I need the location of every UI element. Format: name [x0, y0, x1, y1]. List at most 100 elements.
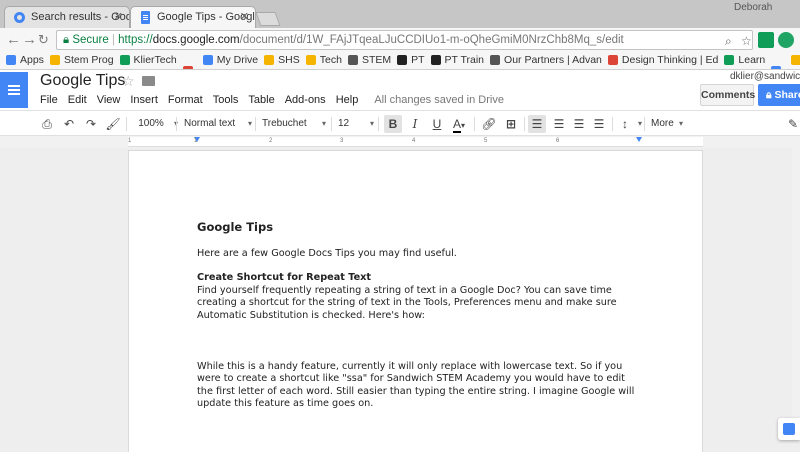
bookmark-label: STEM — [361, 54, 392, 66]
menu-item[interactable]: Add-ons — [285, 94, 326, 106]
bookmark-item[interactable]: STEM — [347, 52, 392, 68]
new-tab-button[interactable] — [255, 12, 281, 26]
bookmark-item[interactable]: Stem Prog — [49, 52, 114, 68]
tab-google-tips[interactable]: Google Tips - Google Do ✕ — [130, 6, 256, 28]
more-button[interactable]: More — [651, 115, 683, 133]
link-icon[interactable]: 🔗︎ — [480, 115, 498, 133]
menu-item[interactable]: Format — [168, 94, 203, 106]
account-email[interactable]: dklier@sandwich.k1 — [730, 71, 800, 82]
toolbar-divider — [378, 117, 379, 131]
ruler-number: 4 — [412, 138, 416, 144]
bookmark-label: Our Partners | Advan — [504, 54, 602, 66]
ruler-number: 1 — [128, 138, 132, 144]
reload-icon[interactable]: ↻ — [38, 31, 49, 49]
bookmark-icon — [264, 55, 275, 65]
url-input[interactable]: 🔒︎ Secure | https://docs.google.com/docu… — [56, 30, 753, 50]
document-canvas: Google Tips Here are a few Google Docs T… — [0, 148, 800, 452]
close-icon[interactable]: ✕ — [240, 7, 249, 28]
bookmark-star-icon[interactable]: ☆ — [741, 32, 752, 49]
formatting-toolbar: ⎙ ↶ ↷ 🖌︎ 100% Normal text Trebuchet ... … — [0, 110, 800, 147]
paragraph: While this is a handy feature, currently… — [197, 360, 635, 410]
address-bar-row: ← → ↻ 🔒︎ Secure | https://docs.google.co… — [0, 28, 800, 52]
align-center-icon[interactable]: ☰ — [550, 115, 568, 133]
document-title[interactable]: Google Tips — [40, 72, 125, 90]
zoom-select[interactable]: 100% — [134, 115, 178, 133]
font-size-select[interactable]: 12 — [338, 115, 374, 133]
extension-icon[interactable] — [778, 32, 794, 48]
underline-icon[interactable]: U — [428, 115, 446, 133]
bookmark-item[interactable]: My Drive — [202, 52, 258, 68]
zoom-icon[interactable]: ⌕ — [725, 32, 732, 49]
line-spacing-icon[interactable]: ↕ — [618, 115, 642, 133]
bookmark-item[interactable]: Our Partners | Advan — [490, 52, 602, 68]
redo-icon[interactable]: ↷ — [82, 115, 100, 133]
align-left-icon[interactable]: ☰ — [528, 115, 546, 133]
indent-marker-icon[interactable] — [636, 137, 642, 142]
paragraph-style-select[interactable]: Normal text — [184, 115, 252, 133]
document-heading: Google Tips — [197, 220, 274, 234]
bookmark-icon — [430, 55, 441, 65]
toolbar-divider — [255, 117, 256, 131]
intro-paragraph: Here are a few Google Docs Tips you may … — [197, 247, 457, 259]
justify-icon[interactable]: ☰ — [590, 115, 608, 133]
align-right-icon[interactable]: ☰ — [570, 115, 588, 133]
toolbar-divider — [524, 117, 525, 131]
menu-item[interactable]: Tools — [213, 94, 239, 106]
comments-button[interactable]: Comments — [700, 84, 755, 106]
drive-extension-icon[interactable] — [758, 32, 774, 48]
close-icon[interactable]: ✕ — [114, 7, 123, 28]
google-favicon-icon — [14, 12, 25, 23]
bookmark-label: PT Train — [444, 54, 485, 66]
docs-home-icon[interactable] — [0, 72, 28, 108]
scrollbar[interactable] — [792, 148, 800, 418]
toolbar-divider — [644, 117, 645, 131]
ruler: 1 1 2 3 4 5 6 — [128, 137, 703, 147]
bookmark-item[interactable]: Apps — [6, 52, 44, 68]
bookmark-icon — [397, 55, 408, 65]
menu-item[interactable]: Edit — [68, 94, 87, 106]
save-status: All changes saved in Drive — [374, 94, 504, 106]
menu-item[interactable]: Table — [248, 94, 274, 106]
document-page[interactable]: Google Tips Here are a few Google Docs T… — [128, 150, 703, 452]
bookmark-item[interactable]: PT — [397, 52, 425, 68]
back-arrow-icon[interactable]: ← — [6, 31, 21, 49]
bookmark-item[interactable]: Oth — [791, 52, 800, 68]
explore-button[interactable] — [778, 418, 800, 440]
bookmark-item[interactable]: Design Thinking | Ed — [607, 52, 718, 68]
bold-icon[interactable]: B — [384, 115, 402, 133]
share-button[interactable]: 🔒︎ Share — [758, 84, 800, 106]
menu-item[interactable]: Insert — [130, 94, 158, 106]
bookmark-icon — [347, 55, 358, 65]
bookmarks-bar: Apps Stem Prog KlierTech My Drive SHS Tech STE… — [0, 52, 800, 70]
bookmark-item[interactable]: PT Train — [430, 52, 485, 68]
menu-item[interactable]: File — [40, 94, 58, 106]
italic-icon[interactable]: I — [406, 115, 424, 133]
edit-mode-pencil-icon[interactable]: ✎ — [784, 115, 800, 133]
undo-icon[interactable]: ↶ — [60, 115, 78, 133]
menu-item[interactable]: View — [97, 94, 121, 106]
bookmark-item[interactable]: SHS — [264, 52, 300, 68]
bookmark-label: KlierTech — [133, 54, 177, 66]
font-select[interactable]: Trebuchet ... — [262, 115, 326, 147]
bookmark-icon — [490, 55, 501, 65]
bookmark-icon — [305, 55, 316, 65]
document-body[interactable]: Google Tips Here are a few Google Docs T… — [197, 221, 637, 423]
print-icon[interactable]: ⎙ — [38, 115, 56, 133]
bookmark-icon — [49, 55, 60, 65]
insert-comment-icon[interactable]: ⊞ — [502, 115, 520, 133]
lock-icon: 🔒︎ — [766, 89, 772, 101]
docs-header: Google Tips ☆ File Edit View Insert Format To… — [0, 70, 800, 110]
url-path: /document/d/1W_FAjJTqeaLJuCCDIUo1-m-oQhe… — [239, 34, 624, 46]
toolbar-divider — [474, 117, 475, 131]
ruler-number: 5 — [484, 138, 488, 144]
forward-arrow-icon[interactable]: → — [22, 31, 37, 49]
paint-format-icon[interactable]: 🖌︎ — [104, 115, 122, 133]
bookmark-item[interactable]: KlierTech — [119, 52, 177, 68]
folder-icon[interactable] — [142, 76, 155, 86]
text-color-icon[interactable]: A▾ — [450, 115, 468, 133]
bookmark-item[interactable]: Tech — [305, 52, 342, 68]
tab-search-results[interactable]: Search results - Google ✕ — [4, 6, 130, 28]
star-icon[interactable]: ☆ — [122, 73, 135, 90]
menu-item[interactable]: Help — [336, 94, 359, 106]
bookmark-item[interactable]: Learn — [724, 52, 765, 68]
